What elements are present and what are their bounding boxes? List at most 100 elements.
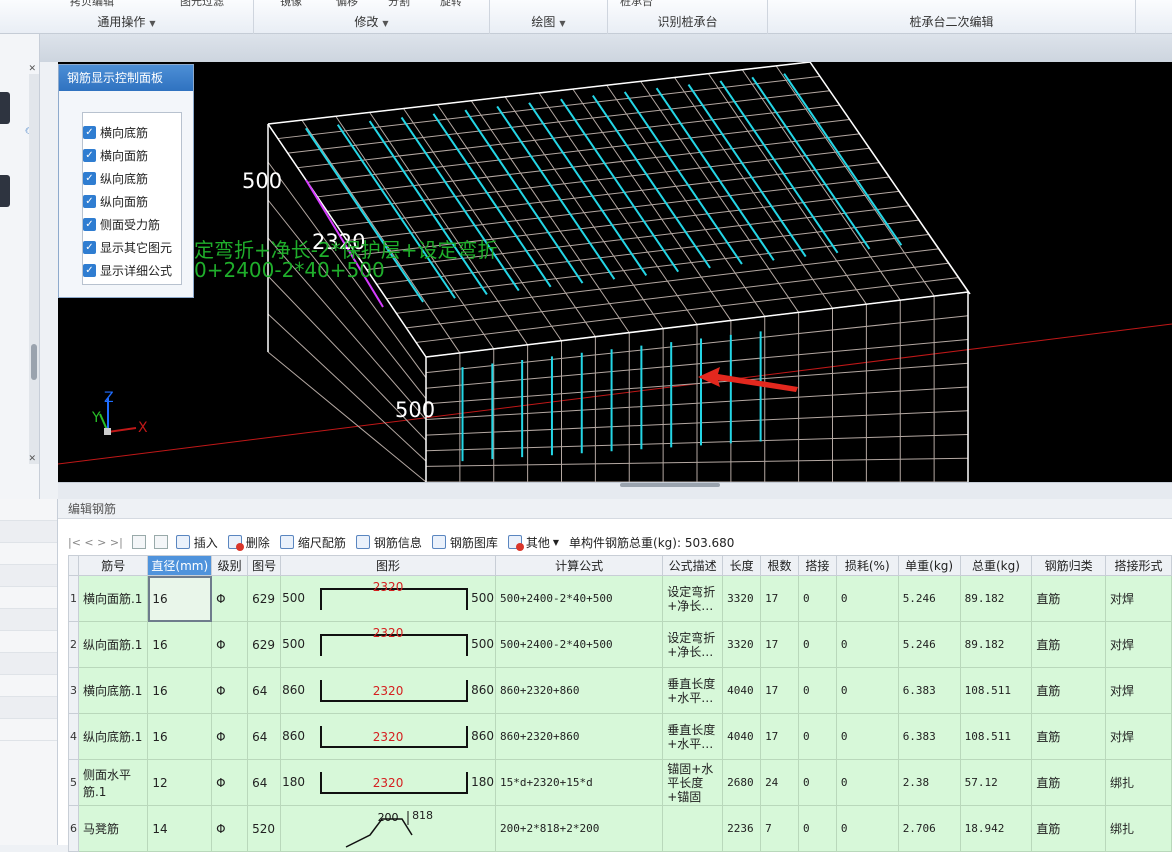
unit-weight-cell[interactable]: 2.38 <box>897 759 961 806</box>
formula-desc-cell[interactable]: 设定弯折+净长… <box>662 621 724 668</box>
column-header[interactable]: 钢筋归类 <box>1031 555 1107 576</box>
count-cell[interactable]: 17 <box>760 667 799 714</box>
option-checkbox[interactable]: ✓ 横向面筋 <box>83 144 181 167</box>
scrollbar[interactable] <box>29 74 39 464</box>
row-number[interactable]: 5 <box>68 759 79 806</box>
option-checkbox[interactable]: ✓ 横向底筋 <box>83 121 181 144</box>
column-header[interactable]: 总重(kg) <box>959 555 1033 576</box>
scale-rebar-button[interactable]: 缩尺配筋 <box>279 534 346 551</box>
formula-desc-cell[interactable]: 设定弯折+净长… <box>662 575 724 622</box>
figure-number-cell[interactable]: 64 <box>247 667 282 714</box>
loss-cell[interactable]: 0 <box>835 621 899 668</box>
move-up-icon[interactable] <box>131 535 146 549</box>
row-number[interactable]: 1 <box>68 575 79 622</box>
column-header[interactable]: 搭接 <box>797 555 837 576</box>
check-icon[interactable]: ✓ <box>83 218 96 231</box>
column-header[interactable]: 直径(mm) <box>147 555 213 576</box>
column-header[interactable]: 公式描述 <box>662 555 724 576</box>
diameter-cell[interactable]: 12 <box>147 759 213 806</box>
table-row[interactable]: 4 纵向底筋.1 16 Φ 64 860 2320 860 860+2320+860 垂直长度+水… <box>68 713 1172 760</box>
column-header[interactable]: 长度 <box>722 555 762 576</box>
grade-cell[interactable]: Φ <box>211 713 249 760</box>
diameter-cell[interactable]: 16 <box>147 575 213 622</box>
loss-cell[interactable]: 0 <box>835 713 899 760</box>
category-cell[interactable]: 直筋 <box>1031 667 1107 714</box>
bar-name-cell[interactable]: 横向面筋.1 <box>77 575 149 622</box>
rebar-info-button[interactable]: 钢筋信息 <box>355 534 422 551</box>
close-icon[interactable]: ✕ <box>28 454 36 464</box>
figure-number-cell[interactable]: 629 <box>247 621 282 668</box>
unit-weight-cell[interactable]: 6.383 <box>897 713 961 760</box>
category-cell[interactable]: 直筋 <box>1031 575 1107 622</box>
shape-cell[interactable]: 500 2320 500 <box>280 621 497 668</box>
option-checkbox[interactable]: ✓ 侧面受力筋 <box>83 213 181 236</box>
unit-weight-cell[interactable]: 5.246 <box>897 621 961 668</box>
chevron-down-icon[interactable]: ▼ <box>382 19 388 28</box>
group-label[interactable]: 修改 <box>354 15 378 29</box>
formula-desc-cell[interactable]: 垂直长度+水平… <box>662 667 724 714</box>
column-header[interactable]: 单重(kg) <box>897 555 961 576</box>
shape-cell[interactable]: 860 2320 860 <box>280 667 497 714</box>
column-header[interactable]: 根数 <box>760 555 799 576</box>
lap-cell[interactable]: 0 <box>797 667 837 714</box>
lap-cell[interactable]: 0 <box>797 759 837 806</box>
category-cell[interactable]: 直筋 <box>1031 713 1107 760</box>
figure-number-cell[interactable]: 64 <box>247 759 282 806</box>
unit-weight-cell[interactable]: 5.246 <box>897 575 961 622</box>
lap-type-cell[interactable]: 对焊 <box>1105 713 1172 760</box>
grade-cell[interactable]: Φ <box>211 759 249 806</box>
bar-name-cell[interactable]: 纵向底筋.1 <box>77 713 149 760</box>
column-header[interactable]: 筋号 <box>77 555 149 576</box>
formula-cell[interactable]: 860+2320+860 <box>495 713 664 760</box>
total-weight-cell[interactable]: 108.511 <box>959 713 1033 760</box>
other-button[interactable]: 其他 ▼ <box>507 534 559 551</box>
row-number[interactable]: 2 <box>68 621 79 668</box>
figure-number-cell[interactable]: 629 <box>247 575 282 622</box>
bar-name-cell[interactable]: 纵向面筋.1 <box>77 621 149 668</box>
total-weight-cell[interactable]: 89.182 <box>959 621 1033 668</box>
column-header[interactable]: 级别 <box>211 555 249 576</box>
check-icon[interactable]: ✓ <box>83 195 96 208</box>
table-row[interactable]: 2 纵向面筋.1 16 Φ 629 500 2320 500 500+2400-2*40+500… <box>68 621 1172 668</box>
formula-cell[interactable]: 500+2400-2*40+500 <box>495 575 664 622</box>
formula-desc-cell[interactable]: 垂直长度+水平… <box>662 713 724 760</box>
shape-cell[interactable]: 860 2320 860 <box>280 713 497 760</box>
column-header[interactable]: 损耗(%) <box>835 555 899 576</box>
lap-type-cell[interactable]: 对焊 <box>1105 621 1172 668</box>
option-checkbox[interactable]: ✓ 显示详细公式 <box>83 259 181 282</box>
count-cell[interactable]: 24 <box>760 759 799 806</box>
move-down-icon[interactable] <box>153 535 168 549</box>
table-row[interactable]: 1 横向面筋.1 16 Φ 629 500 2320 500 500+2400-2*40+500… <box>68 575 1172 622</box>
formula-cell[interactable]: 15*d+2320+15*d <box>495 759 664 806</box>
column-header[interactable]: 搭接形式 <box>1105 555 1172 576</box>
total-weight-cell[interactable]: 57.12 <box>959 759 1033 806</box>
count-cell[interactable]: 17 <box>760 575 799 622</box>
lap-type-cell[interactable]: 对焊 <box>1105 667 1172 714</box>
lap-cell[interactable]: 0 <box>797 575 837 622</box>
total-weight-cell[interactable]: 108.511 <box>959 667 1033 714</box>
formula-cell[interactable]: 860+2320+860 <box>495 667 664 714</box>
grade-cell[interactable]: Φ <box>211 667 249 714</box>
group-label[interactable]: 识别桩承台 <box>657 15 717 29</box>
grade-cell[interactable]: Φ <box>211 575 249 622</box>
rebar-library-button[interactable]: 钢筋图库 <box>431 534 498 551</box>
figure-number-cell[interactable]: 64 <box>247 713 282 760</box>
category-cell[interactable]: 直筋 <box>1031 759 1107 806</box>
option-checkbox[interactable]: ✓ 显示其它图元 <box>83 236 181 259</box>
record-nav[interactable]: |< < > >| <box>68 536 123 549</box>
lap-cell[interactable]: 0 <box>797 621 837 668</box>
chevron-down-icon[interactable]: ▼ <box>559 19 565 28</box>
group-label[interactable]: 桩承台二次编辑 <box>909 15 993 29</box>
component-thumbnail[interactable] <box>0 175 10 207</box>
option-checkbox[interactable]: ✓ 纵向面筋 <box>83 190 181 213</box>
chevron-down-icon[interactable]: ▼ <box>149 19 155 28</box>
length-cell[interactable]: 3320 <box>722 575 762 622</box>
bar-name-cell[interactable]: 横向底筋.1 <box>77 667 149 714</box>
formula-desc-cell[interactable]: 锚固+水平长度+锚固 <box>662 759 724 806</box>
close-icon[interactable]: ✕ <box>28 64 36 74</box>
group-label[interactable]: 绘图 <box>531 15 555 29</box>
lap-type-cell[interactable]: 对焊 <box>1105 575 1172 622</box>
diameter-cell[interactable]: 16 <box>147 713 213 760</box>
group-label[interactable]: 通用操作 <box>97 15 145 29</box>
loss-cell[interactable]: 0 <box>835 667 899 714</box>
